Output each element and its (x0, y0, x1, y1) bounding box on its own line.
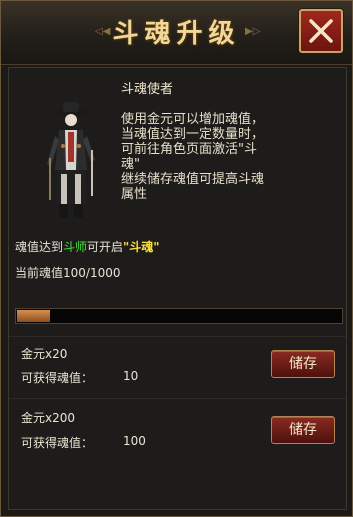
option-gain-value: 10 (123, 369, 139, 383)
requirement-middle: 可开启 (87, 240, 124, 254)
unlock-requirement: 魂值达到斗师可开启"斗魂" (15, 238, 160, 255)
close-button[interactable] (299, 9, 343, 53)
divider (9, 336, 346, 337)
requirement-target: "斗魂" (123, 240, 160, 254)
npc-portrait (47, 102, 95, 218)
current-soul-value: 当前魂值100/1000 (15, 266, 121, 280)
option-gain-label: 可获得魂值： (21, 371, 94, 385)
requirement-prefix: 魂值达到 (15, 240, 64, 254)
npc-description: 使用金元可以增加魂值， 当魂值达到一定数量时， 可前往角色页面激活"斗 魂" 继… (121, 112, 265, 202)
option-gain-label: 可获得魂值： (21, 436, 94, 450)
title-ornament-right-icon: ▶▷ (245, 26, 261, 37)
soul-upgrade-dialog: ◁◀ 斗魂升级 ▶▷ 斗魂使者 使用金元可以增加魂值， 当魂值达到一定数量时， … (0, 0, 353, 517)
title-bar: ◁◀ 斗魂升级 ▶▷ (1, 1, 352, 65)
option-gain-value: 100 (123, 434, 146, 448)
close-icon (309, 19, 333, 43)
option-title: 金元x20 (21, 347, 68, 361)
soul-progress-bar (15, 308, 343, 324)
soul-progress-fill (17, 310, 50, 322)
divider (9, 398, 346, 399)
option-title: 金元x200 (21, 411, 76, 425)
requirement-rank: 斗师 (63, 240, 88, 254)
content-panel: 斗魂使者 使用金元可以增加魂值， 当魂值达到一定数量时， 可前往角色页面激活"斗… (8, 67, 347, 510)
store-button-200[interactable]: 储存 (271, 416, 335, 444)
npc-name: 斗魂使者 (121, 82, 174, 97)
store-button-20[interactable]: 储存 (271, 350, 335, 378)
